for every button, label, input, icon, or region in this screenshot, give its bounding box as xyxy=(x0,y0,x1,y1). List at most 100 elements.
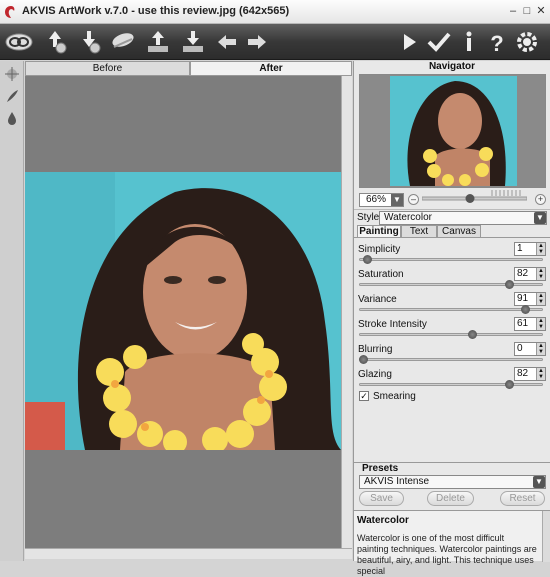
title-bar: AKVIS ArtWork v.7.0 - use this review.jp… xyxy=(0,0,550,24)
brush-tool-icon[interactable] xyxy=(3,87,21,105)
zoom-value: 66% xyxy=(366,194,387,205)
chevron-down-icon: ▼ xyxy=(534,212,546,224)
app-logo-icon xyxy=(5,6,15,18)
style-row: Style: Watercolor ▼ xyxy=(354,209,550,225)
param-label: Simplicity xyxy=(358,244,401,255)
zoom-select[interactable]: 66% ▼ xyxy=(359,193,404,207)
settings-panel: Navigator 66% ▼ – + Style: Watercolor ▼ … xyxy=(353,61,550,576)
save-preset-button[interactable]: Save xyxy=(359,491,404,506)
chevron-down-icon: ▼ xyxy=(391,194,403,206)
redo-arrow-icon[interactable] xyxy=(242,27,272,57)
spinner-arrows-icon[interactable]: ▲ ▼ xyxy=(536,268,545,280)
style-select[interactable]: Watercolor ▼ xyxy=(379,211,547,225)
navigator-thumbnail-image xyxy=(390,76,517,186)
param-value-field[interactable]: 61 ▲ ▼ xyxy=(514,317,546,331)
param-value-field[interactable]: 1 ▲ ▼ xyxy=(514,242,546,256)
drop-tool-icon[interactable] xyxy=(3,109,21,127)
delete-preset-button[interactable]: Delete xyxy=(427,491,474,506)
help-text: Watercolor is one of the most difficult … xyxy=(357,533,537,576)
reset-preset-button[interactable]: Reset xyxy=(500,491,545,506)
open-image-icon[interactable] xyxy=(40,27,70,57)
param-saturation: Saturation 82 ▲ ▼ xyxy=(354,266,550,291)
preset-select[interactable]: AKVIS Intense ▼ xyxy=(359,475,546,489)
horizontal-scrollbar[interactable] xyxy=(25,548,352,559)
param-slider-track[interactable] xyxy=(359,358,543,361)
param-value-field[interactable]: 0 ▲ ▼ xyxy=(514,342,546,356)
param-slider-track[interactable] xyxy=(359,283,543,286)
zoom-out-button[interactable]: – xyxy=(408,194,419,205)
tab-after[interactable]: After xyxy=(190,61,352,76)
param-value-field[interactable]: 82 ▲ ▼ xyxy=(514,267,546,281)
param-value: 82 xyxy=(517,268,529,279)
spinner-arrows-icon[interactable]: ▲ ▼ xyxy=(536,318,545,330)
undo-arrow-icon[interactable] xyxy=(212,27,242,57)
eraser-icon[interactable] xyxy=(108,27,138,57)
spinner-arrows-icon[interactable]: ▲ ▼ xyxy=(536,293,545,305)
run-play-icon[interactable] xyxy=(394,27,424,57)
settings-gear-icon[interactable] xyxy=(512,27,542,57)
navigator-preview[interactable] xyxy=(359,74,546,188)
save-image-icon[interactable] xyxy=(74,27,104,57)
tab-before[interactable]: Before xyxy=(25,61,190,76)
spinner-arrows-icon[interactable]: ▲ ▼ xyxy=(536,343,545,355)
preset-value: AKVIS Intense xyxy=(364,476,430,487)
info-icon[interactable] xyxy=(454,27,484,57)
param-label: Variance xyxy=(358,294,397,305)
navigator-title: Navigator xyxy=(428,61,476,72)
tool-sidebar xyxy=(0,61,24,561)
spinner-arrows-icon[interactable]: ▲ ▼ xyxy=(536,368,545,380)
print-icon[interactable] xyxy=(178,27,208,57)
style-value: Watercolor xyxy=(384,212,432,223)
vertical-scrollbar[interactable] xyxy=(341,76,352,548)
help-scrollbar[interactable] xyxy=(542,511,550,562)
image-canvas[interactable] xyxy=(25,76,341,548)
param-stroke-intensity: Stroke Intensity 61 ▲ ▼ xyxy=(354,316,550,341)
presets-title: Presets xyxy=(362,463,399,474)
param-label: Blurring xyxy=(358,344,393,355)
param-value: 82 xyxy=(517,368,529,379)
smearing-checkbox[interactable]: ✓ xyxy=(359,391,369,401)
param-value: 0 xyxy=(517,343,523,354)
svg-text:?: ? xyxy=(490,31,503,56)
view-tabs: Before After xyxy=(25,61,352,76)
param-variance: Variance 91 ▲ ▼ xyxy=(354,291,550,316)
help-title: Watercolor xyxy=(357,515,409,526)
apply-check-icon[interactable] xyxy=(424,27,454,57)
window-title: AKVIS ArtWork v.7.0 - use this review.jp… xyxy=(22,5,290,17)
param-slider-knob[interactable] xyxy=(467,330,477,339)
param-glazing: Glazing 82 ▲ ▼ xyxy=(354,366,550,391)
toolbar: ? xyxy=(0,24,550,60)
spinner-arrows-icon[interactable]: ▲ ▼ xyxy=(536,243,545,255)
param-value: 61 xyxy=(517,318,529,329)
param-simplicity: Simplicity 1 ▲ ▼ xyxy=(354,241,550,266)
close-button[interactable]: ✕ xyxy=(534,4,548,18)
share-icon[interactable] xyxy=(143,27,173,57)
param-slider-knob[interactable] xyxy=(359,355,368,364)
param-slider-track[interactable] xyxy=(359,333,543,336)
param-value-field[interactable]: 91 ▲ ▼ xyxy=(514,292,546,306)
hand-tool-icon[interactable] xyxy=(3,65,21,83)
maximize-button[interactable]: □ xyxy=(520,4,534,18)
zoom-slider[interactable] xyxy=(421,187,528,203)
param-slider-knob[interactable] xyxy=(362,255,372,264)
painting-parameters: Simplicity 1 ▲ ▼ Saturation 82 ▲ ▼ Variance … xyxy=(354,237,550,451)
param-label: Glazing xyxy=(358,369,392,380)
param-slider-knob[interactable] xyxy=(504,380,514,389)
help-box: Watercolor Watercolor is one of the most… xyxy=(354,510,550,576)
akvis-logo-icon[interactable] xyxy=(4,27,34,57)
param-slider-track[interactable] xyxy=(359,258,543,261)
painted-portrait-image xyxy=(25,172,341,450)
param-value: 91 xyxy=(517,293,529,304)
minimize-button[interactable]: – xyxy=(506,4,520,18)
presets-section: Presets AKVIS Intense ▼ Save Delete Rese… xyxy=(354,462,550,510)
param-value-field[interactable]: 82 ▲ ▼ xyxy=(514,367,546,381)
param-slider-track[interactable] xyxy=(359,308,543,311)
zoom-in-button[interactable]: + xyxy=(535,194,546,205)
smearing-label: Smearing xyxy=(373,391,416,402)
param-slider-track[interactable] xyxy=(359,383,543,386)
param-slider-knob[interactable] xyxy=(520,305,530,314)
param-slider-knob[interactable] xyxy=(504,280,514,289)
param-value: 1 xyxy=(517,243,523,254)
param-blurring: Blurring 0 ▲ ▼ xyxy=(354,341,550,366)
help-question-icon[interactable]: ? xyxy=(482,27,512,57)
